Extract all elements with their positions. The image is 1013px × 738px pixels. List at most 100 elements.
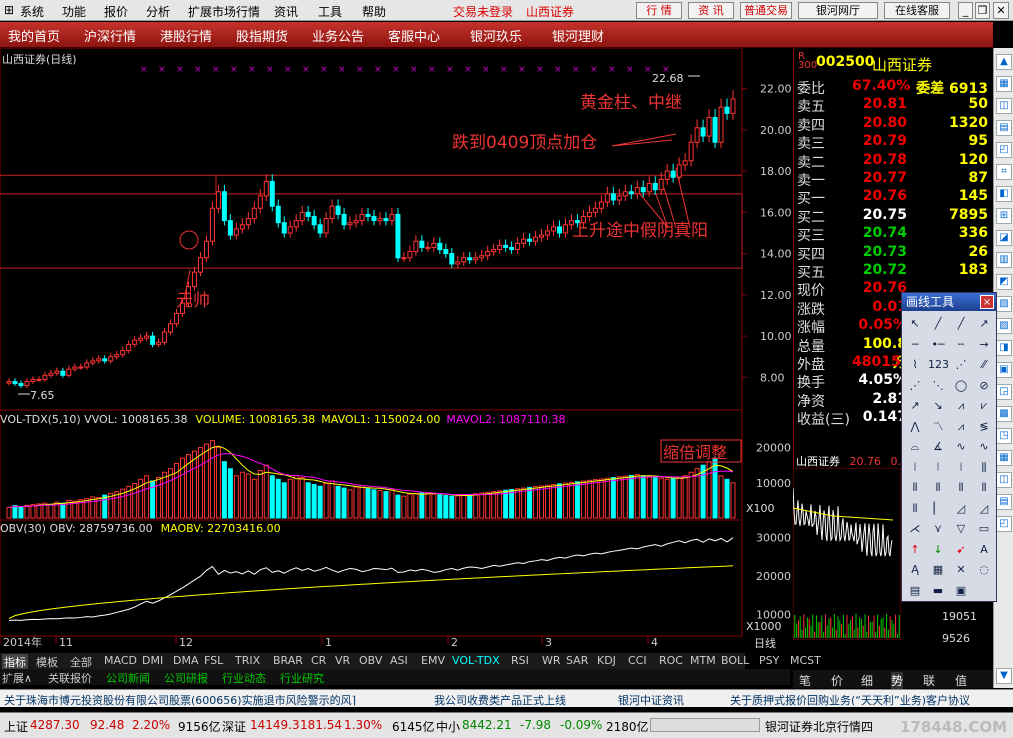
draw-tool-icon[interactable]: ▬ (928, 582, 948, 600)
tool-icon-13[interactable]: ◨ (996, 340, 1012, 356)
menu-system[interactable]: 系统 (20, 3, 44, 20)
draw-tool-icon[interactable]: ◿ (951, 500, 971, 518)
draw-tool-icon[interactable]: ⁄⁄ (974, 356, 994, 374)
draw-tool-icon[interactable]: ⋰ (905, 377, 925, 395)
indicator-tab[interactable]: DMA (173, 654, 199, 667)
draw-tool-icon[interactable]: ↘ (928, 397, 948, 415)
draw-tool-icon[interactable]: ⋎ (928, 520, 948, 538)
info-button[interactable]: 资 讯 (688, 2, 734, 19)
draw-tool-icon[interactable]: ▭ (974, 520, 994, 538)
login-status[interactable]: 交易未登录 (453, 3, 513, 20)
indicator-tab[interactable]: VR (335, 654, 350, 667)
indicator-tab[interactable]: FSL (204, 654, 223, 667)
draw-tool-icon[interactable]: ╱ (951, 315, 971, 333)
indicator-tab[interactable]: RSI (511, 654, 529, 667)
draw-tool-icon[interactable]: ⦚ (928, 459, 948, 477)
draw-tool-icon[interactable]: ╌ (951, 336, 971, 354)
quote-row[interactable]: 卖二 20.78 120 (794, 152, 992, 171)
draw-tool-icon[interactable]: 123 (928, 356, 949, 374)
close-icon[interactable]: ✕ (993, 2, 1009, 19)
draw-tool-icon[interactable]: ≶ (974, 418, 994, 436)
tool-icon-11[interactable]: ▧ (996, 296, 1012, 312)
draw-tool-icon[interactable]: ⊘ (974, 377, 994, 395)
drawing-tools-palette[interactable]: 画线工具 × ↖ ╱ ╱ ↗ ─ •─ ╌ → ⌇ 123 ⋰ ⁄⁄ ⋰ ⋱ ◯ ⊘ ↗ ↘ ⩘ ⩗ ⋀ 〽 ⩘ ≶ ⌓ ∡ ∿ ∿ ⦚… (901, 292, 997, 602)
menu-quote[interactable]: 报价 (104, 3, 128, 20)
up-arrow-icon[interactable]: ▲ (996, 54, 1012, 70)
indicator-tab[interactable]: PSY (759, 654, 779, 667)
tool-icon-6[interactable]: ◧ (996, 186, 1012, 202)
draw-tool-icon[interactable]: A (974, 541, 994, 559)
menu-info[interactable]: 资讯 (274, 3, 298, 20)
nav-hushen[interactable]: 沪深行情 (84, 26, 136, 45)
draw-tool-icon[interactable]: ✕ (951, 561, 971, 579)
tab-trade[interactable]: 笔 (799, 672, 811, 689)
online-service-button[interactable]: 在线客服 (884, 2, 950, 19)
sub-tab[interactable]: 扩展∧ (2, 670, 32, 686)
quote-row[interactable]: 卖四 20.80 1320 (794, 115, 992, 134)
nav-finance[interactable]: 银河理财 (552, 26, 604, 45)
quote-button[interactable]: 行 情 (636, 2, 682, 19)
draw-tool-icon[interactable]: ⩘ (951, 397, 971, 415)
draw-tool-icon[interactable]: ⋰ (951, 356, 971, 374)
draw-tool-icon[interactable]: ⦚ (951, 459, 971, 477)
quote-row[interactable]: 卖三 20.79 95 (794, 133, 992, 152)
tool-icon-8[interactable]: ◪ (996, 230, 1012, 246)
draw-tool-icon[interactable]: ⩗ (974, 397, 994, 415)
indicator-tab[interactable]: EMV (421, 654, 445, 667)
menu-function[interactable]: 功能 (62, 3, 86, 20)
tool-icon-4[interactable]: ◰ (996, 142, 1012, 158)
sub-tab[interactable]: 公司新闻 (106, 670, 150, 686)
indicator-tab[interactable]: TRIX (235, 654, 260, 667)
indicator-tab[interactable]: ROC (659, 654, 683, 667)
draw-tool-icon[interactable]: •─ (928, 336, 948, 354)
tool-icon-18[interactable]: ▦ (996, 450, 1012, 466)
indicator-tab[interactable]: MACD (104, 654, 137, 667)
sub-tab[interactable]: 关联报价 (48, 670, 92, 686)
indicator-tab[interactable]: VOL-TDX (452, 654, 500, 667)
indicator-tab[interactable]: CCI (628, 654, 647, 667)
quote-row[interactable]: 买五 20.72 183 (794, 262, 992, 281)
tab-trend[interactable]: 势 (891, 672, 904, 689)
draw-tool-icon[interactable]: ▏ (928, 500, 948, 518)
draw-tool-icon[interactable]: ─ (905, 336, 925, 354)
indicator-tab[interactable]: ASI (390, 654, 408, 667)
tool-icon-5[interactable]: ⌗ (996, 164, 1012, 180)
menu-ext-market[interactable]: 扩展市场行情 (188, 3, 260, 20)
sub-tab[interactable]: 行业动态 (222, 670, 266, 686)
nav-service[interactable]: 客服中心 (388, 26, 440, 45)
ticker-item-4[interactable]: 关于质押式报价回购业务(“天天利”业务)客户协议 (730, 692, 970, 708)
trade-button[interactable]: 普通交易 (740, 2, 792, 19)
draw-tool-icon[interactable]: ⋱ (928, 377, 948, 395)
tool-icon-20[interactable]: ▤ (996, 494, 1012, 510)
indicator-tab[interactable]: OBV (359, 654, 382, 667)
draw-tool-icon[interactable]: ➹ (951, 541, 971, 559)
tool-icon-19[interactable]: ◫ (996, 472, 1012, 488)
indicator-tab[interactable]: DMI (142, 654, 163, 667)
indicator-tab[interactable]: WR (542, 654, 561, 667)
menu-tools[interactable]: 工具 (318, 3, 342, 20)
indicator-tab[interactable]: 指标 (2, 654, 28, 670)
draw-tool-icon[interactable]: ⦀ (905, 500, 925, 518)
nav-futures[interactable]: 股指期货 (236, 26, 288, 45)
nav-hk[interactable]: 港股行情 (160, 26, 212, 45)
tab-value[interactable]: 值 (955, 672, 967, 689)
ticker-item-2[interactable]: 我公司收费类产品正式上线 (434, 692, 566, 708)
tool-icon-3[interactable]: ▤ (996, 120, 1012, 136)
tool-icon-21[interactable]: ◰ (996, 516, 1012, 532)
indicator-tab[interactable]: BOLL (721, 654, 749, 667)
down-arrow-icon[interactable]: ▼ (996, 668, 1012, 684)
indicator-tab[interactable]: 全部 (70, 654, 92, 670)
tool-icon-15[interactable]: ◲ (996, 384, 1012, 400)
mini-chart[interactable] (793, 468, 901, 640)
indicator-tab[interactable]: MTM (690, 654, 716, 667)
indicator-tab[interactable]: MCST (790, 654, 821, 667)
draw-tool-icon[interactable]: ⦀ (928, 479, 948, 497)
nav-jiule[interactable]: 银河玖乐 (470, 26, 522, 45)
draw-tool-icon[interactable]: ↑ (905, 541, 925, 559)
draw-tool-icon[interactable]: ╱ (928, 315, 948, 333)
draw-tool-icon[interactable]: ⌓ (905, 438, 925, 456)
draw-tool-icon[interactable]: → (974, 336, 994, 354)
tool-icon-7[interactable]: ⊞ (996, 208, 1012, 224)
quote-row[interactable]: 卖一 20.77 87 (794, 170, 992, 189)
draw-tool-icon[interactable]: ⌇ (905, 356, 925, 374)
